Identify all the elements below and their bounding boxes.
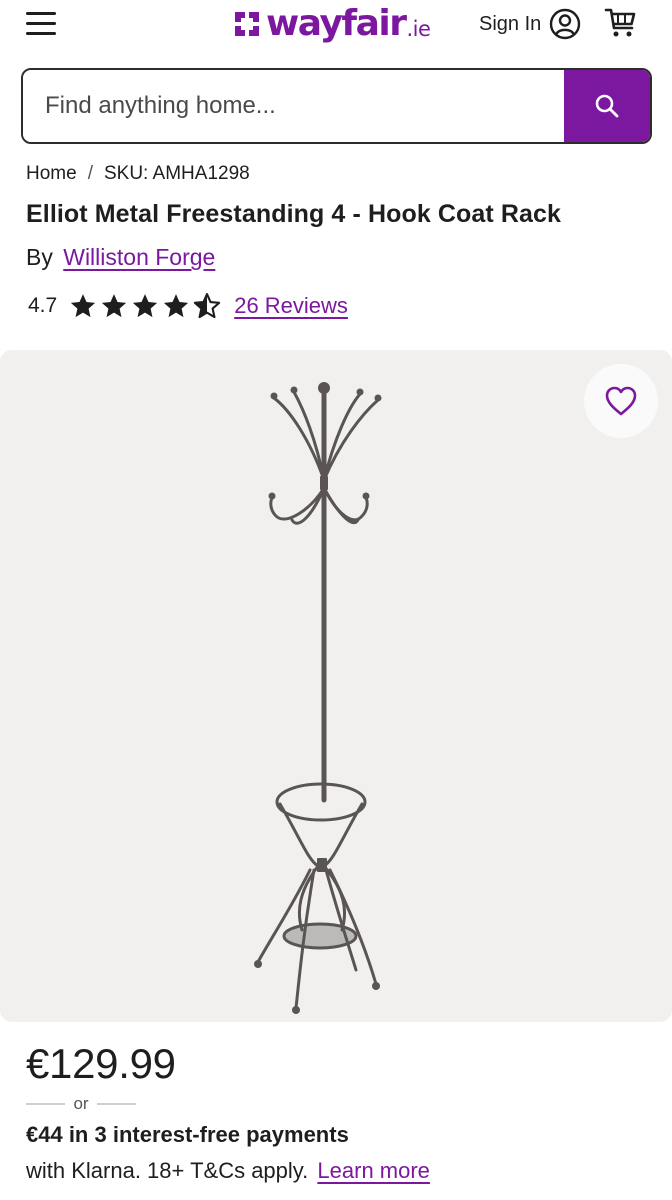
coat-rack-image	[254, 382, 382, 1014]
account-circle-icon	[550, 8, 581, 40]
breadcrumb-separator: /	[87, 163, 93, 184]
breadcrumb-home-link[interactable]: Home	[26, 163, 77, 185]
klarna-terms: with Klarna. 18+ T&Cs apply. Learn more	[26, 1158, 430, 1184]
product-title: Elliot Metal Freestanding 4 - Hook Coat …	[26, 200, 562, 228]
klarna-installment-text: €44 in 3 interest-free payments	[26, 1122, 349, 1147]
favorite-button[interactable]	[584, 364, 658, 438]
top-header: wayfair .ie Sign In	[0, 0, 672, 52]
star-full-icon	[71, 294, 96, 318]
logo-domain: .ie	[406, 17, 431, 41]
search-input[interactable]	[23, 70, 564, 142]
product-rating: 4.7 26 Reviews	[28, 288, 348, 324]
hamburger-menu-icon[interactable]	[24, 8, 58, 38]
wayfair-logo[interactable]: wayfair .ie	[232, 2, 431, 46]
or-label: or	[73, 1094, 89, 1113]
breadcrumb: Home / SKU: AMHA1298	[26, 160, 250, 188]
or-divider: or	[26, 1094, 136, 1114]
star-full-icon	[164, 294, 189, 318]
search-bar	[21, 68, 652, 144]
reviews-link[interactable]: 26 Reviews	[234, 293, 348, 319]
star-full-icon	[102, 294, 127, 318]
star-half-icon	[194, 293, 221, 319]
sign-in-label: Sign In	[479, 12, 542, 35]
brand-link[interactable]: Williston Forge	[63, 244, 215, 270]
product-byline: By Williston Forge	[26, 244, 215, 271]
star-rating	[69, 292, 224, 320]
sign-in-button[interactable]: Sign In	[479, 8, 581, 40]
breadcrumb-sku: SKU: AMHA1298	[103, 163, 250, 184]
rating-value: 4.7	[28, 294, 58, 317]
heart-outline-icon	[605, 386, 637, 416]
product-price: €129.99	[26, 1040, 176, 1087]
star-full-icon	[133, 294, 158, 318]
search-button[interactable]	[564, 70, 650, 142]
learn-more-link[interactable]: Learn more	[317, 1158, 430, 1183]
logo-wordmark: wayfair	[266, 3, 407, 44]
klarna-terms-text: with Klarna. 18+ T&Cs apply.	[26, 1158, 309, 1183]
or-line-right	[96, 1103, 136, 1105]
wayfair-logo-mark-icon	[235, 12, 259, 36]
by-label: By	[26, 244, 53, 270]
or-line-left	[26, 1103, 66, 1105]
search-icon	[595, 94, 619, 118]
shopping-cart-icon[interactable]	[604, 6, 638, 40]
